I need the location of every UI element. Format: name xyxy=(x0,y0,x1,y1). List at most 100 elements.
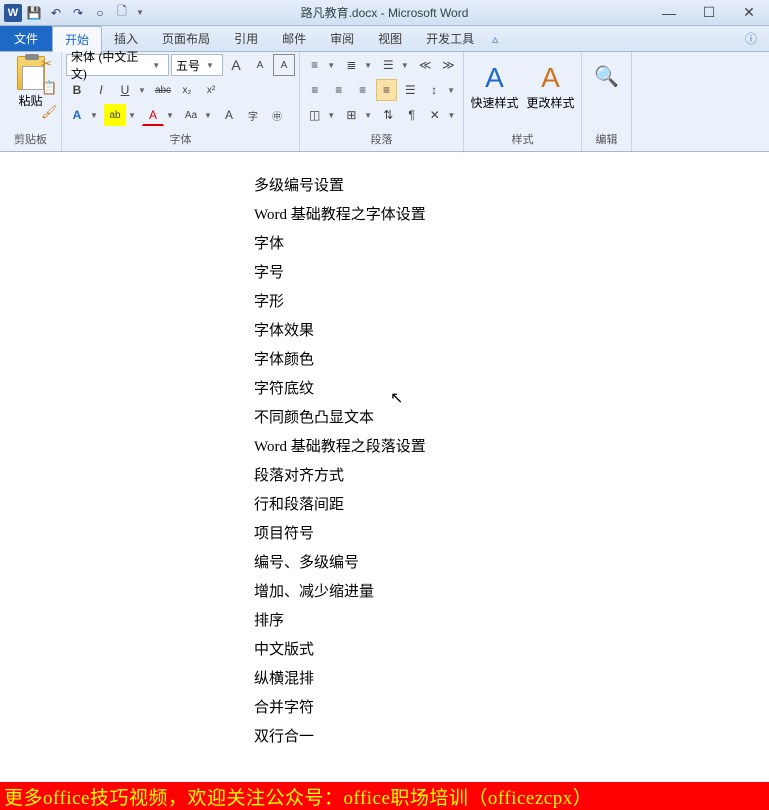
change-case-button[interactable]: Aa xyxy=(180,104,202,126)
highlight-dropdown[interactable]: ▼ xyxy=(128,111,140,120)
minimize-button[interactable]: — xyxy=(649,0,689,26)
grow-font-button[interactable]: A xyxy=(225,54,247,76)
find-button[interactable]: 🔍 xyxy=(586,54,627,89)
doc-line[interactable]: 段落对齐方式 xyxy=(254,462,769,491)
multi-dropdown[interactable]: ▼ xyxy=(401,61,413,70)
doc-line[interactable]: 双行合一 xyxy=(254,723,769,752)
tab-layout[interactable]: 页面布局 xyxy=(150,26,222,51)
doc-line[interactable]: 多级编号设置 xyxy=(254,172,769,201)
number-dropdown[interactable]: ▼ xyxy=(364,61,376,70)
number-list-button[interactable]: ≣ xyxy=(341,54,362,76)
superscript-button[interactable]: x² xyxy=(200,79,222,101)
doc-line[interactable]: 字形 xyxy=(254,288,769,317)
case-dropdown[interactable]: ▼ xyxy=(204,111,216,120)
undo-button[interactable]: ↶ xyxy=(46,3,66,23)
copy-button[interactable]: 📋 xyxy=(41,80,59,98)
app-icon[interactable]: W xyxy=(4,4,22,22)
underline-button[interactable]: U xyxy=(114,79,136,101)
doc-line[interactable]: 字体效果 xyxy=(254,317,769,346)
doc-line[interactable]: 纵横混排 xyxy=(254,665,769,694)
maximize-button[interactable]: ☐ xyxy=(689,0,729,26)
quick-styles-icon: A xyxy=(485,62,504,94)
redo-button[interactable]: ↷ xyxy=(68,3,88,23)
char-border-button[interactable]: A xyxy=(218,104,240,126)
change-styles-button[interactable]: A 更改样式 xyxy=(525,60,577,113)
highlight-button[interactable]: ab xyxy=(104,104,126,126)
distribute-button[interactable]: ☰ xyxy=(399,79,421,101)
decrease-indent-button[interactable]: ≪ xyxy=(414,54,435,76)
titlebar: W 💾 ↶ ↷ ○ 🗋 ▼ 路凡教育.docx - Microsoft Word… xyxy=(0,0,769,26)
new-button[interactable]: ○ xyxy=(90,3,110,23)
change-styles-icon: A xyxy=(541,62,560,94)
align-justify-button[interactable]: ≡ xyxy=(376,79,398,101)
doc-line[interactable]: 字号 xyxy=(254,259,769,288)
circled-char-button[interactable]: ㊥ xyxy=(266,104,288,126)
change-styles-label: 更改样式 xyxy=(527,94,575,111)
quick-styles-button[interactable]: A 快速样式 xyxy=(468,60,520,113)
ribbon-collapse[interactable]: ▵ xyxy=(486,29,504,49)
font-size-select[interactable]: 五号▼ xyxy=(171,54,223,76)
align-left-button[interactable]: ≡ xyxy=(304,79,326,101)
shading-dropdown[interactable]: ▼ xyxy=(327,111,339,120)
sort-button[interactable]: ⇅ xyxy=(378,104,399,126)
cut-button[interactable]: ✂ xyxy=(41,56,59,74)
doc-line[interactable]: 字体 xyxy=(254,230,769,259)
doc-line[interactable]: 合并字符 xyxy=(254,694,769,723)
tab-review[interactable]: 审阅 xyxy=(318,26,366,51)
asian-dropdown[interactable]: ▼ xyxy=(447,111,459,120)
fontcolor-dropdown[interactable]: ▼ xyxy=(166,111,178,120)
text-effects-button[interactable]: A xyxy=(66,104,88,126)
ls-dropdown[interactable]: ▼ xyxy=(447,86,459,95)
open-button[interactable]: 🗋 xyxy=(112,3,132,23)
bold-button[interactable]: B xyxy=(66,79,88,101)
line-spacing-button[interactable]: ↕ xyxy=(423,79,445,101)
doc-line[interactable]: 行和段落间距 xyxy=(254,491,769,520)
doc-line[interactable]: 中文版式 xyxy=(254,636,769,665)
effects-dropdown[interactable]: ▼ xyxy=(90,111,102,120)
asian-layout-button[interactable]: ✕ xyxy=(424,104,445,126)
border-dropdown[interactable]: ▼ xyxy=(364,111,376,120)
document-area[interactable]: 多级编号设置 Word 基础教程之字体设置 字体 字号 字形 字体效果 字体颜色… xyxy=(0,152,769,782)
increase-indent-button[interactable]: ≫ xyxy=(438,54,459,76)
doc-line[interactable]: 编号、多级编号 xyxy=(254,549,769,578)
multilevel-list-button[interactable]: ☰ xyxy=(378,54,399,76)
bullet-dropdown[interactable]: ▼ xyxy=(327,61,339,70)
tab-devtools[interactable]: 开发工具 xyxy=(414,26,486,51)
doc-line[interactable]: 项目符号 xyxy=(254,520,769,549)
doc-line[interactable]: Word 基础教程之段落设置 xyxy=(254,433,769,462)
styles-group-label: 样式 xyxy=(468,129,577,149)
doc-line[interactable]: 字符底纹 xyxy=(254,375,769,404)
doc-line[interactable]: 不同颜色凸显文本 xyxy=(254,404,769,433)
tab-view[interactable]: 视图 xyxy=(366,26,414,51)
format-painter-button[interactable]: 🖌 xyxy=(41,104,59,122)
underline-dropdown[interactable]: ▼ xyxy=(138,86,150,95)
doc-line[interactable]: Word 基础教程之字体设置 xyxy=(254,201,769,230)
save-button[interactable]: 💾 xyxy=(24,3,44,23)
paste-label: 粘贴 xyxy=(18,92,42,109)
doc-line[interactable]: 排序 xyxy=(254,607,769,636)
font-family-select[interactable]: 宋体 (中文正文)▼ xyxy=(66,54,169,76)
shrink-font-button[interactable]: A xyxy=(249,54,271,76)
close-button[interactable]: ✕ xyxy=(729,0,769,26)
subscript-button[interactable]: x₂ xyxy=(176,79,198,101)
tab-mail[interactable]: 邮件 xyxy=(270,26,318,51)
align-right-button[interactable]: ≡ xyxy=(352,79,374,101)
font-color-button[interactable]: A xyxy=(142,104,164,126)
align-center-button[interactable]: ≡ xyxy=(328,79,350,101)
bullet-list-button[interactable]: ≡ xyxy=(304,54,325,76)
shading-button[interactable]: ◫ xyxy=(304,104,325,126)
clear-format-button[interactable]: A xyxy=(273,54,295,76)
doc-line[interactable]: 字体颜色 xyxy=(254,346,769,375)
group-paragraph: ≡▼ ≣▼ ☰▼ ≪ ≫ ≡ ≡ ≡ ≡ ☰ ↕▼ ◫▼ ⊞▼ ⇅ ¶ ✕▼ 段… xyxy=(300,52,464,151)
doc-line[interactable]: 增加、减少缩进量 xyxy=(254,578,769,607)
border-button[interactable]: ⊞ xyxy=(341,104,362,126)
show-paragraph-button[interactable]: ¶ xyxy=(401,104,422,126)
strike-button[interactable]: abc xyxy=(152,79,174,101)
tab-file[interactable]: 文件 xyxy=(0,26,52,51)
window-title: 路凡教育.docx - Microsoft Word xyxy=(301,4,469,21)
qat-dropdown[interactable]: ▼ xyxy=(134,3,146,23)
help-icon[interactable]: ⓘ xyxy=(739,27,763,50)
tab-references[interactable]: 引用 xyxy=(222,26,270,51)
phonetic-button[interactable]: 字 xyxy=(242,104,264,126)
italic-button[interactable]: I xyxy=(90,79,112,101)
